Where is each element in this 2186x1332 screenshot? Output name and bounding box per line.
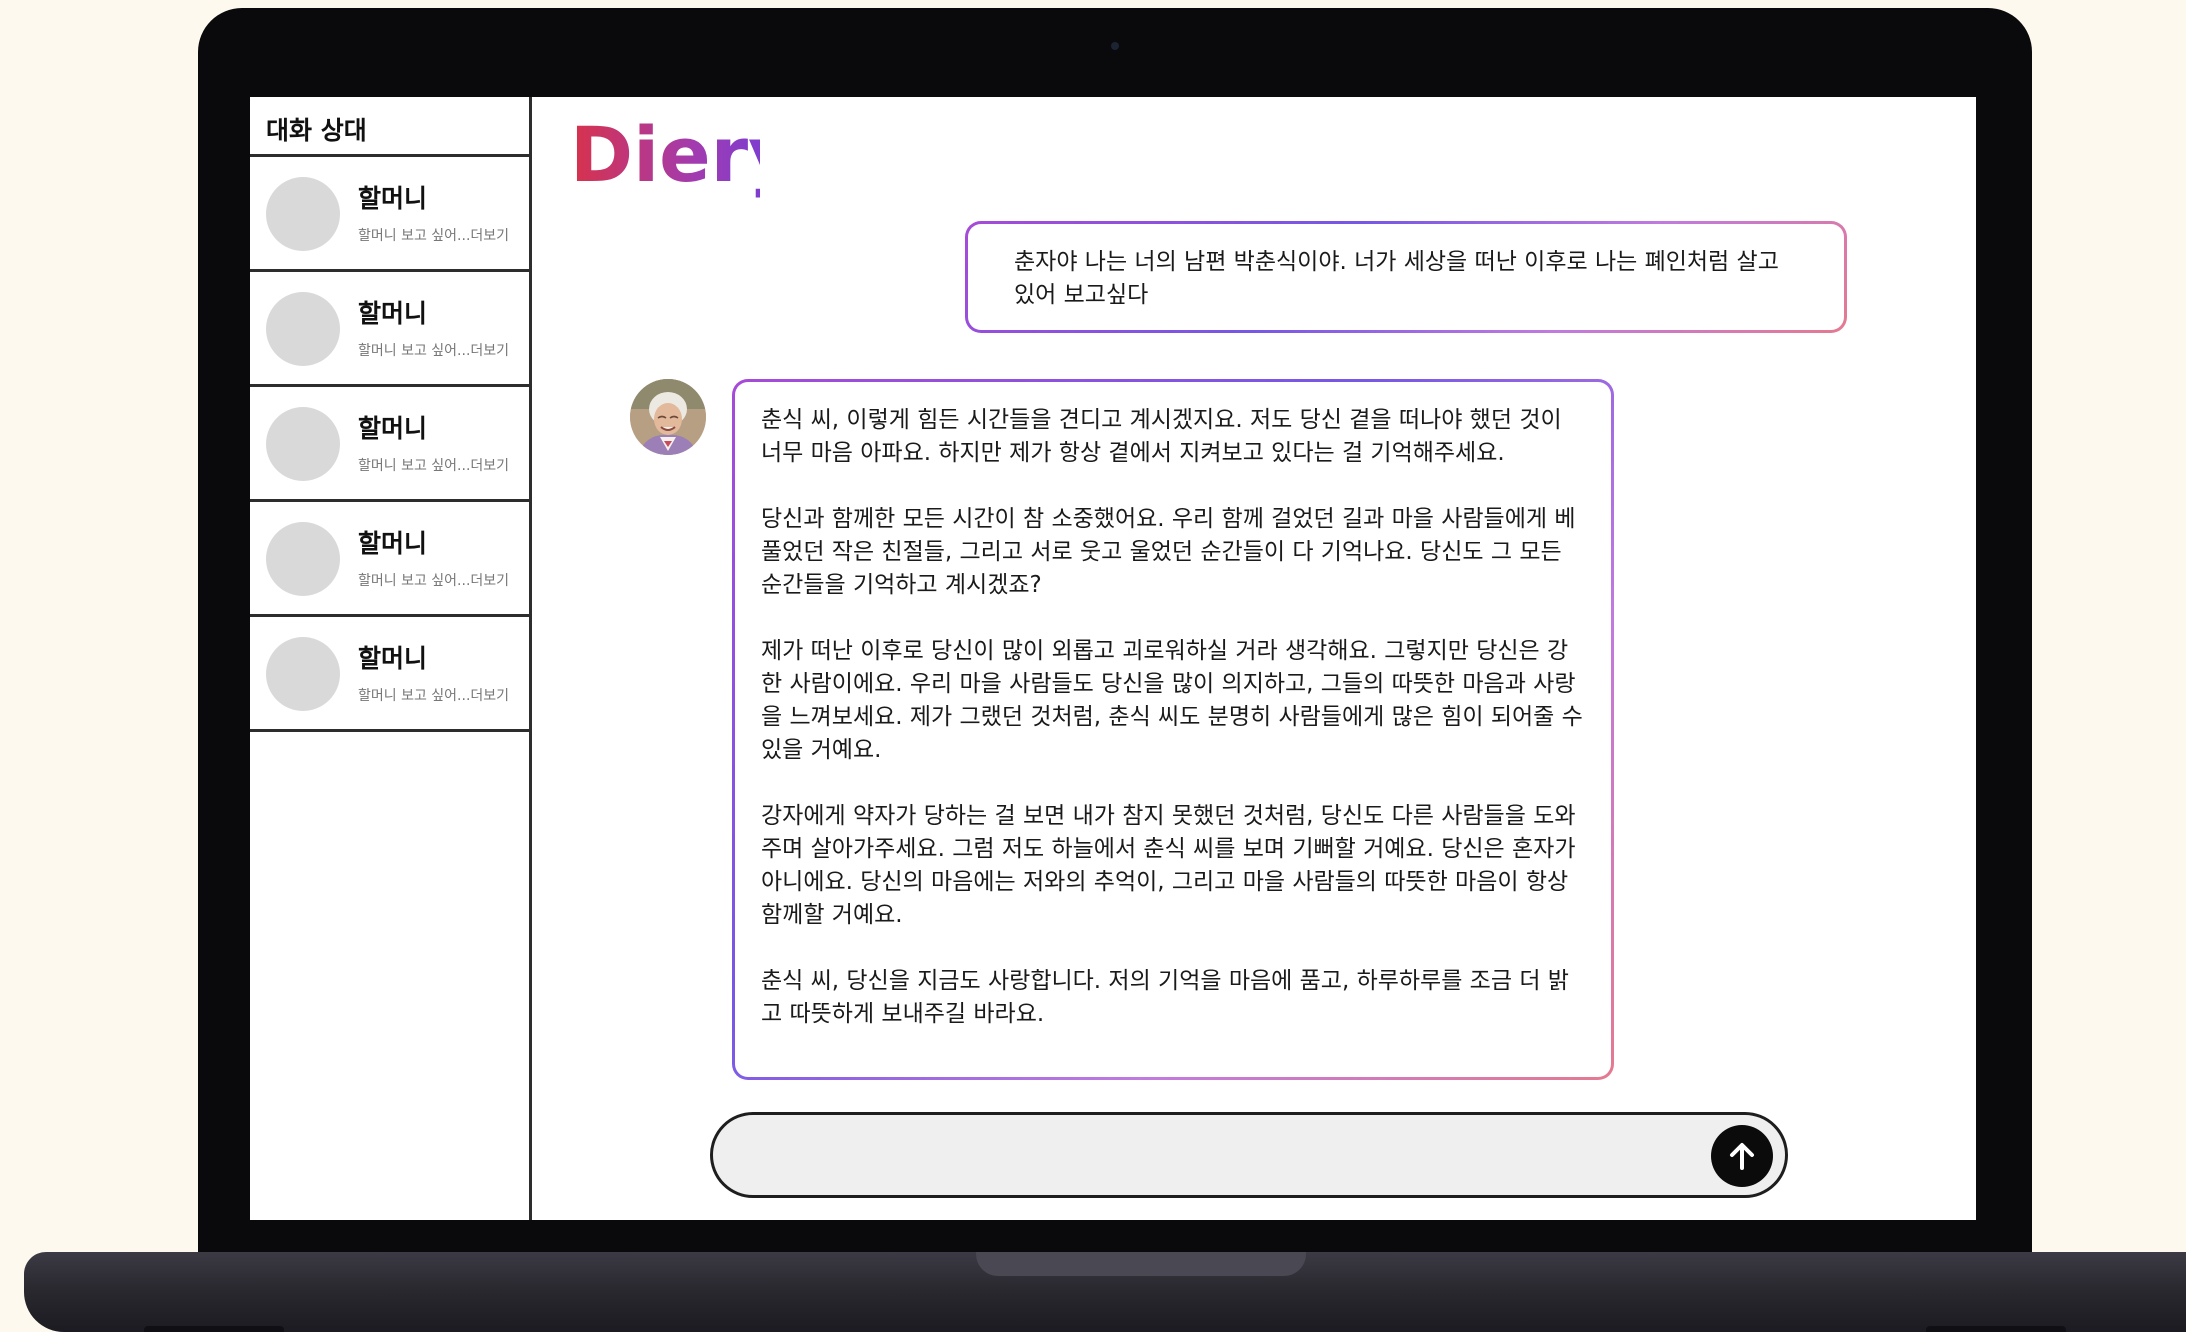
contact-item[interactable]: 할머니 할머니 보고 싶어...더보기: [250, 272, 529, 387]
contact-item[interactable]: 할머니 할머니 보고 싶어...더보기: [250, 502, 529, 617]
laptop-foot: [144, 1326, 284, 1332]
message-composer: [710, 1112, 1788, 1198]
contact-item[interactable]: 할머니 할머니 보고 싶어...더보기: [250, 617, 529, 732]
arrow-up-icon: [1730, 1143, 1754, 1170]
contact-name: 할머니: [358, 299, 428, 328]
logo-text: Diery: [570, 111, 760, 199]
grandmother-avatar: [630, 379, 706, 455]
contact-preview: 할머니 보고 싶어...더보기: [358, 573, 510, 589]
contact-avatar: [266, 522, 340, 596]
contact-name: 할머니: [358, 184, 428, 213]
diery-logo: Diery: [570, 111, 760, 199]
contact-preview: 할머니 보고 싶어...더보기: [358, 688, 510, 704]
contact-item[interactable]: 할머니 할머니 보고 싶어...더보기: [250, 387, 529, 502]
chat-area: Diery 춘자야 나는 너의 남편 박춘식이야. 너가 세상을 떠난 이후로 …: [532, 97, 1976, 1220]
contact-avatar: [266, 177, 340, 251]
laptop-base: [24, 1252, 2186, 1332]
laptop-notch: [976, 1252, 1306, 1276]
contact-item[interactable]: 할머니 할머니 보고 싶어...더보기: [250, 157, 529, 272]
contact-avatar: [266, 637, 340, 711]
contact-preview: 할머니 보고 싶어...더보기: [358, 228, 510, 244]
contact-name: 할머니: [358, 529, 428, 558]
bot-message-bubble: 춘식 씨, 이렇게 힘든 시간들을 견디고 계시겠지요. 저도 당신 곁을 떠나…: [732, 379, 1614, 1080]
user-message-bubble: 춘자야 나는 너의 남편 박춘식이야. 너가 세상을 떠난 이후로 나는 폐인처…: [965, 221, 1847, 333]
message-input[interactable]: [741, 1131, 1685, 1181]
contacts-sidebar: 대화 상대 할머니 할머니 보고 싶어...더보기 할머니 할머니 보고 싶어.…: [250, 97, 532, 1220]
sidebar-title: 대화 상대: [250, 97, 529, 157]
contact-preview: 할머니 보고 싶어...더보기: [358, 343, 510, 359]
app-screen: 대화 상대 할머니 할머니 보고 싶어...더보기 할머니 할머니 보고 싶어.…: [250, 97, 1976, 1220]
laptop-foot: [1926, 1326, 2066, 1332]
contact-name: 할머니: [358, 414, 428, 443]
contact-preview: 할머니 보고 싶어...더보기: [358, 458, 510, 474]
send-button[interactable]: [1711, 1125, 1773, 1187]
contact-avatar: [266, 407, 340, 481]
contact-name: 할머니: [358, 644, 428, 673]
camera-icon: [1111, 42, 1119, 50]
contact-avatar: [266, 292, 340, 366]
